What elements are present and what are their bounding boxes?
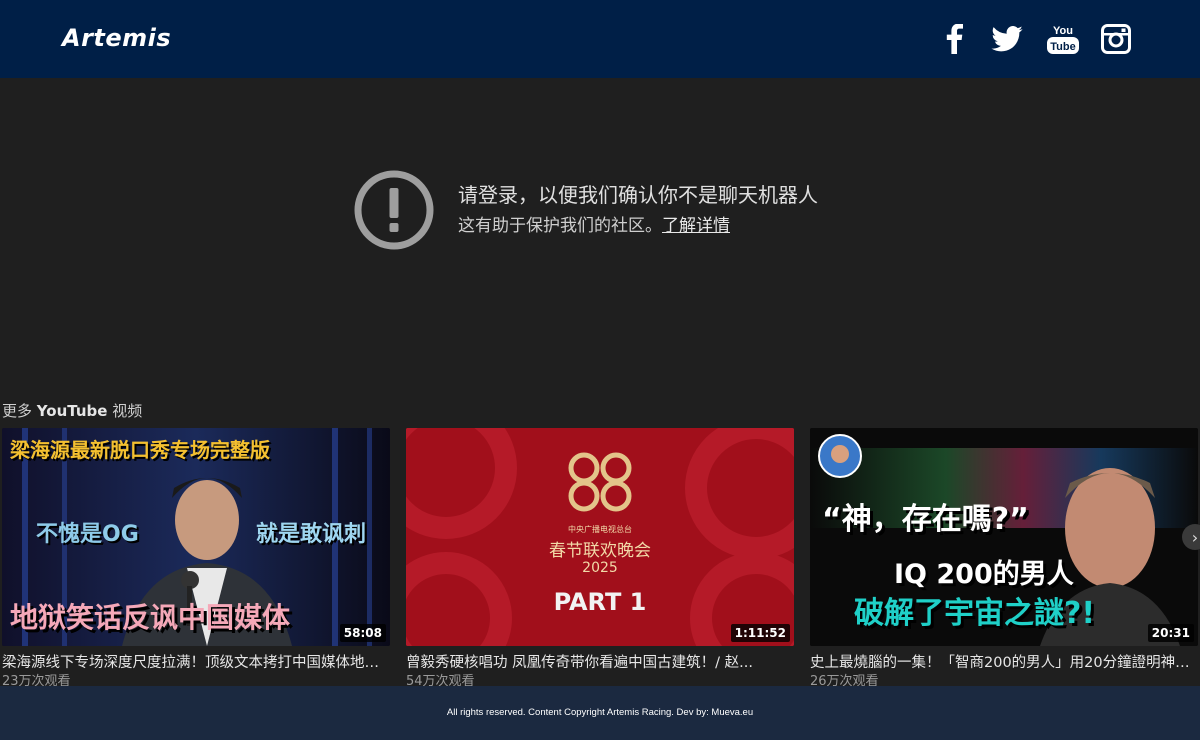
site-logo[interactable]: Artemis bbox=[62, 24, 171, 52]
video-duration: 58:08 bbox=[339, 624, 386, 642]
thumbnail-org-text: 中央广播电视总台 bbox=[568, 525, 632, 534]
thumbnail-text-left: 不愧是OG bbox=[36, 522, 139, 547]
more-videos-row: 梁海源最新脱口秀专场完整版 不愧是OG 就是敢讽刺 地狱笑话反讽中国媒体 58:… bbox=[2, 428, 1200, 686]
video-duration: 20:31 bbox=[1147, 624, 1194, 642]
thumbnail-quote-text: “神，存在嗎?” bbox=[822, 502, 1029, 537]
notice-title: 请登录，以便我们确认你不是聊天机器人 bbox=[458, 183, 818, 207]
video-card[interactable]: 中央广播电视总台 春节联欢晚会 2025 PART 1 1:11:52 曾毅秀硬… bbox=[406, 428, 794, 686]
more-videos-label: 更多 YouTube 视频 bbox=[2, 402, 143, 420]
video-thumbnail[interactable]: 中央广播电视总台 春节联欢晚会 2025 PART 1 1:11:52 bbox=[406, 428, 794, 646]
video-card[interactable]: 梁海源最新脱口秀专场完整版 不愧是OG 就是敢讽刺 地狱笑话反讽中国媒体 58:… bbox=[2, 428, 390, 686]
youtube-icon[interactable]: You Tube bbox=[1046, 22, 1080, 56]
site-footer: All rights reserved. Content Copyright A… bbox=[0, 686, 1200, 740]
thumbnail-part-text: PART 1 bbox=[553, 588, 647, 616]
notice-subtitle: 这有助于保护我们的社区。了解详情 bbox=[458, 216, 730, 236]
learn-more-link[interactable]: 了解详情 bbox=[662, 216, 730, 236]
instagram-icon[interactable] bbox=[1099, 22, 1133, 56]
footer-copyright: All rights reserved. Content Copyright A… bbox=[446, 707, 754, 718]
facebook-icon[interactable] bbox=[937, 22, 971, 56]
video-title[interactable]: 史上最燒腦的一集！「智商200的男人」用20分鐘證明神存在 bbox=[810, 652, 1196, 674]
site-header: Artemis You Tube bbox=[0, 0, 1200, 78]
alert-icon bbox=[354, 170, 434, 250]
twitter-icon[interactable] bbox=[990, 22, 1024, 56]
thumbnail-year-text: 2025 bbox=[582, 560, 618, 576]
thumbnail-text-top: 梁海源最新脱口秀专场完整版 bbox=[10, 438, 270, 462]
thumbnail-line2-text: 破解了宇宙之謎?! bbox=[854, 596, 1096, 631]
sign-in-notice: 请登录，以便我们确认你不是聊天机器人 这有助于保护我们的社区。了解详情 bbox=[354, 170, 818, 250]
video-views: 26万次观看 bbox=[810, 674, 879, 686]
thumbnail-text-bottom: 地狱笑话反讽中国媒体 bbox=[10, 601, 291, 634]
video-title[interactable]: 梁海源线下专场深度尺度拉满！顶级文本拷打中国媒体地狱笑话反讽中国媒体 bbox=[2, 652, 388, 674]
svg-text:You: You bbox=[1053, 25, 1073, 37]
video-title[interactable]: 曾毅秀硬核唱功 凤凰传奇带你看遍中国古建筑！/ 赵... bbox=[406, 652, 792, 674]
video-duration: 1:11:52 bbox=[730, 624, 790, 642]
video-card[interactable]: “神，存在嗎?” IQ 200的男人 破解了宇宙之謎?! 20:31 史上最燒腦… bbox=[810, 428, 1200, 686]
video-thumbnail[interactable]: 梁海源最新脱口秀专场完整版 不愧是OG 就是敢讽刺 地狱笑话反讽中国媒体 58:… bbox=[2, 428, 390, 646]
thumbnail-event-text: 春节联欢晚会 bbox=[549, 541, 651, 561]
thumbnail-line1-text: IQ 200的男人 bbox=[894, 559, 1074, 590]
video-embed: 请登录，以便我们确认你不是聊天机器人 这有助于保护我们的社区。了解详情 更多 Y… bbox=[0, 78, 1200, 686]
video-views: 23万次观看 bbox=[2, 674, 71, 686]
thumbnail-text-right: 就是敢讽刺 bbox=[256, 522, 367, 547]
svg-text:Tube: Tube bbox=[1050, 41, 1075, 53]
video-thumbnail[interactable]: “神，存在嗎?” IQ 200的男人 破解了宇宙之謎?! 20:31 bbox=[810, 428, 1198, 646]
video-views: 54万次观看 bbox=[406, 674, 475, 686]
